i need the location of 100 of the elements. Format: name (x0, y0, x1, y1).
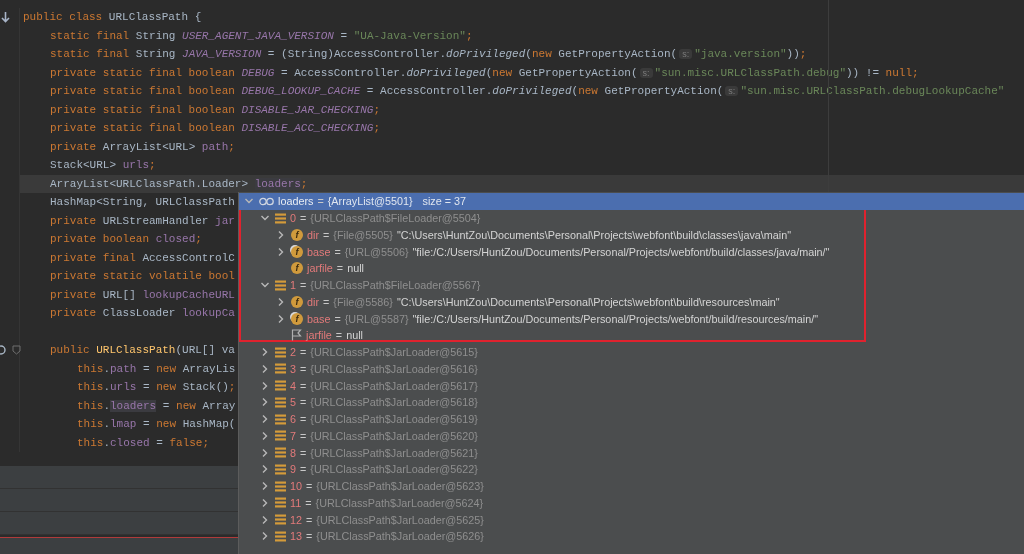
size-label: size = 37 (422, 195, 467, 208)
tree-row[interactable]: 0 = {URLClassPath$FileLoader@5504} (239, 209, 1024, 227)
object-type: {URLClassPath$JarLoader@5623} (316, 480, 484, 493)
list-icon (275, 396, 286, 408)
variable-value: null (347, 262, 364, 275)
equals-sign: = (306, 480, 313, 493)
object-type: {URLClassPath$FileLoader@5504} (310, 212, 481, 225)
tree-row[interactable]: f jarfile = null (239, 260, 1024, 277)
equals-sign: = (300, 379, 307, 392)
variable-name: 3 (290, 362, 296, 375)
object-type: {URLClassPath$JarLoader@5622} (310, 463, 478, 476)
list-icon (275, 480, 286, 492)
variable-name: jarfile (307, 262, 333, 275)
list-icon (275, 212, 286, 224)
code-line: this.urls = new Stack(); (76, 380, 236, 395)
field-icon: f (291, 262, 303, 275)
tree-row[interactable]: f base = {URL@5506} "file:/C:/Users/HuntZou/Documents/Personal/Projects/webfont/build/classes/java/main/" (239, 243, 1024, 260)
equals-sign: = (300, 362, 307, 375)
object-type: {URLClassPath$JarLoader@5626} (316, 530, 484, 543)
object-type: {URL@5587} (344, 312, 409, 325)
variable-name: 5 (290, 396, 296, 409)
variable-name: 6 (290, 413, 296, 426)
variable-name: 9 (290, 463, 296, 476)
variable-name: loaders (278, 195, 314, 208)
code-line: public URLClassPath(URL[] va (49, 343, 235, 358)
tree-row[interactable]: loaders = {ArrayList@5501} size = 37 (239, 193, 1024, 210)
code-line: this.lmap = new HashMap( (76, 417, 236, 432)
variable-name: 0 (290, 212, 296, 225)
equals-sign: = (306, 530, 313, 543)
tree-row[interactable]: 7 = {URLClassPath$JarLoader@5620} (239, 427, 1024, 445)
equals-sign: = (300, 429, 307, 442)
code-line: HashMap<String, URLClassPath (49, 195, 235, 210)
equals-sign: = (334, 312, 341, 325)
object-type: {File@5505} (333, 228, 393, 241)
tree-row[interactable]: f dir = {File@5586} "C:\Users\HuntZou\Documents\Personal\Projects\webfont\build\resources\main" (239, 293, 1024, 311)
tree-row[interactable]: 5 = {URLClassPath$JarLoader@5618} (239, 394, 1024, 411)
list-icon (275, 447, 286, 459)
object-type: {URLClassPath$JarLoader@5621} (310, 446, 478, 459)
tree-row[interactable]: 6 = {URLClassPath$JarLoader@5619} (239, 410, 1024, 428)
tree-row[interactable]: f dir = {File@5505} "C:\Users\HuntZou\Documents\Personal\Projects\webfont\build\classes\java\main" (239, 226, 1024, 244)
object-type: {URLClassPath$JarLoader@5624} (315, 496, 484, 509)
code-line: private ArrayList<URL> path; (49, 139, 235, 155)
variable-name: dir (307, 295, 319, 308)
code-line: private final AccessControlC (49, 250, 235, 266)
tree-row[interactable]: jarfile = null (239, 327, 1024, 344)
code-line: private boolean closed; (49, 232, 202, 247)
equals-sign: = (300, 396, 307, 409)
variable-name: 7 (290, 429, 296, 442)
tree-row[interactable]: 9 = {URLClassPath$JarLoader@5622} (239, 461, 1024, 478)
equals-sign: = (300, 346, 307, 359)
variable-value: null (346, 329, 363, 342)
tree-row[interactable]: 12 = {URLClassPath$JarLoader@5625} (239, 511, 1024, 528)
variable-name: 8 (290, 446, 296, 459)
watch-glasses-icon (259, 196, 274, 206)
equals-sign: = (300, 463, 307, 476)
object-type: {URLClassPath$JarLoader@5618} (310, 396, 478, 409)
object-type: {URLClassPath$JarLoader@5620} (310, 429, 478, 442)
code-line: Stack<URL> urls; (49, 158, 156, 173)
list-icon (275, 530, 286, 542)
variable-name: 4 (290, 379, 296, 392)
annotation-marker-icon[interactable] (0, 345, 7, 355)
equals-sign: = (336, 262, 344, 275)
code-line: this.closed = false; (76, 435, 210, 451)
equals-sign: = (323, 295, 330, 308)
variable-name: base (307, 245, 331, 258)
list-icon (275, 363, 286, 375)
variable-name: 1 (290, 279, 296, 292)
equals-sign: = (300, 212, 307, 225)
object-type: {URLClassPath$JarLoader@5616} (310, 362, 478, 375)
object-type: {URLClassPath$FileLoader@5567} (310, 279, 481, 292)
tree-row[interactable]: 3 = {URLClassPath$JarLoader@5616} (239, 360, 1024, 378)
object-type: {URLClassPath$JarLoader@5625} (316, 513, 484, 526)
fold-marker-icon[interactable] (12, 345, 21, 355)
code-line: static final String USER_AGENT_JAVA_VERSION = "UA-Java-Version"; (49, 28, 473, 44)
field-icon: f (291, 245, 303, 258)
field-icon: f (291, 295, 303, 308)
tree-row[interactable]: 8 = {URLClassPath$JarLoader@5621} (239, 444, 1024, 461)
tree-row[interactable]: 10 = {URLClassPath$JarLoader@5623} (239, 477, 1024, 495)
equals-sign: = (300, 279, 307, 292)
tree-row[interactable]: f base = {URL@5587} "file:/C:/Users/HuntZou/Documents/Personal/Projects/webfont/build/resources/main/" (239, 310, 1024, 327)
code-line: private URLStreamHandler jar (49, 213, 235, 229)
tree-row[interactable]: 4 = {URLClassPath$JarLoader@5617} (239, 377, 1024, 394)
variable-name: dir (307, 228, 319, 241)
code-line: this.loaders = new Array (76, 398, 236, 414)
equals-sign: = (305, 496, 312, 509)
code-line: private static final boolean DISABLE_JAR_CHECKING; (49, 102, 381, 118)
tree-row[interactable]: 1 = {URLClassPath$FileLoader@5567} (239, 276, 1024, 294)
list-icon (275, 380, 286, 392)
variable-name: 10 (290, 480, 302, 493)
code-line: private ClassLoader lookupCa (49, 306, 235, 321)
implemented-arrow-icon[interactable] (1, 11, 10, 23)
object-type: {URLClassPath$JarLoader@5615} (310, 346, 478, 359)
tree-row[interactable]: 11 = {URLClassPath$JarLoader@5624} (239, 494, 1024, 512)
tree-row[interactable]: 2 = {URLClassPath$JarLoader@5615} (239, 343, 1024, 361)
code-line: this.path = new ArrayLis (76, 361, 236, 377)
tree-row[interactable]: 13 = {URLClassPath$JarLoader@5626} (239, 528, 1024, 545)
code-line: private static final boolean DISABLE_ACC_CHECKING; (49, 121, 381, 136)
code-line: private static volatile bool (49, 269, 235, 284)
equals-sign: = (334, 245, 341, 258)
field-icon: f (291, 312, 303, 325)
